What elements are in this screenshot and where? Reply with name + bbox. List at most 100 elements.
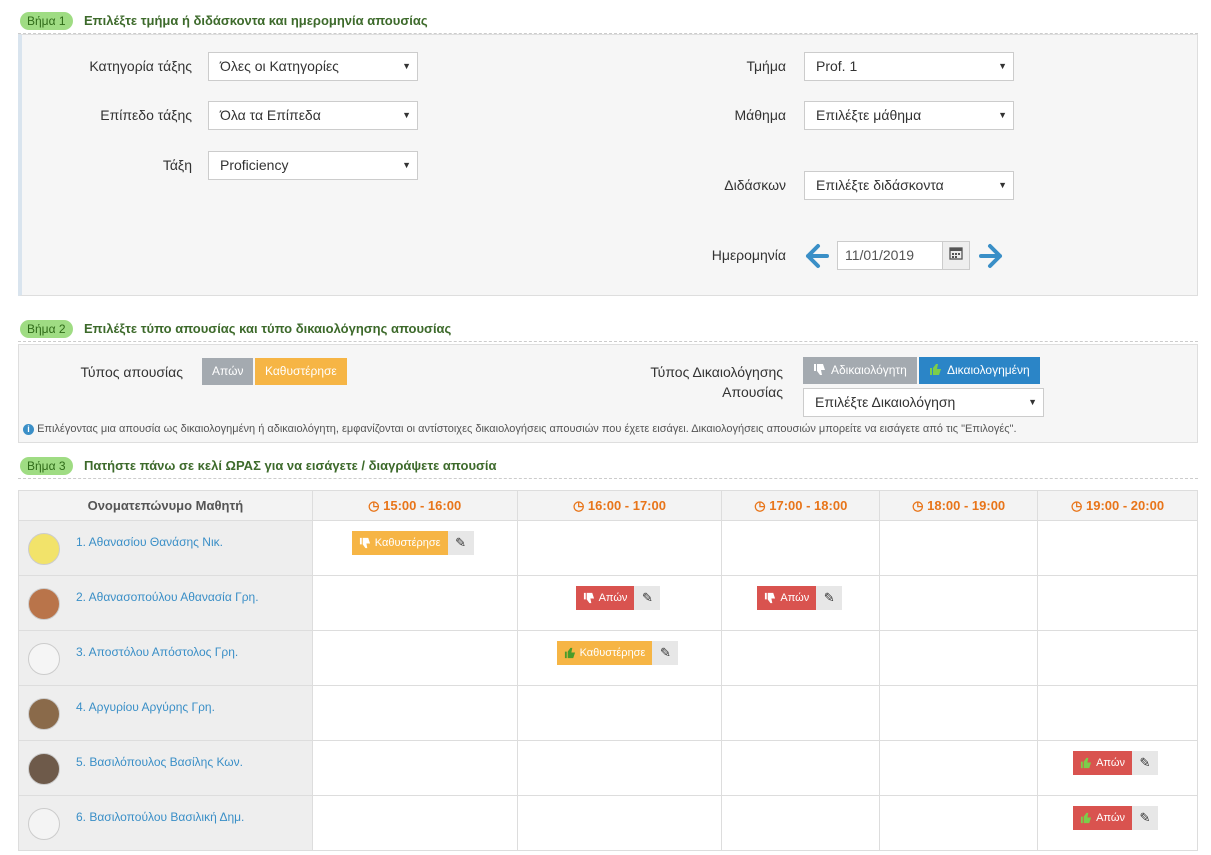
absence-label[interactable]: Απών bbox=[1073, 751, 1132, 775]
absence-tag: Απών ✎ bbox=[1073, 806, 1158, 830]
hour-cell[interactable] bbox=[721, 685, 881, 741]
student-name[interactable]: 5. Βασιλόπουλος Βασίλης Κων. bbox=[76, 755, 243, 769]
justification-label-line2: Απουσίας bbox=[722, 384, 783, 400]
late-type-button[interactable]: Καθυστέρησε bbox=[255, 358, 347, 385]
hour-cell[interactable] bbox=[1037, 630, 1198, 686]
absence-tag: Απών ✎ bbox=[757, 586, 843, 610]
step1-badge: Βήμα 1 bbox=[20, 12, 73, 30]
hour-cell[interactable] bbox=[879, 740, 1039, 796]
hour-cell[interactable] bbox=[721, 630, 881, 686]
absence-tag: Απών ✎ bbox=[1073, 751, 1158, 775]
thumbs-down-icon bbox=[583, 592, 594, 604]
class-label: Τάξη bbox=[162, 157, 192, 173]
hour-cell[interactable]: Απών ✎ bbox=[721, 575, 881, 631]
hour-cell[interactable] bbox=[879, 630, 1039, 686]
thumbs-up-icon bbox=[564, 647, 575, 659]
absence-label[interactable]: Απών bbox=[1073, 806, 1132, 830]
hour-cell[interactable] bbox=[311, 575, 518, 631]
hour-cell[interactable] bbox=[879, 520, 1039, 576]
table-row: 2. Αθανασοπούλου Αθανασία Γρη. Απών ✎ Απ… bbox=[18, 575, 1198, 631]
absent-type-button[interactable]: Απών bbox=[202, 358, 254, 385]
attendance-table: Ονοματεπώνυμο Μαθητή ◷ 15:00 - 16:00 ◷ 1… bbox=[18, 490, 1198, 851]
hour-cell[interactable] bbox=[516, 685, 723, 741]
step1-header: Βήμα 1 Επιλέξτε τμήμα ή διδάσκοντα και η… bbox=[18, 12, 1198, 34]
hour-header: ◷ 16:00 - 17:00 bbox=[516, 490, 723, 521]
hour-cell[interactable] bbox=[311, 685, 518, 741]
hour-cell[interactable]: Απών ✎ bbox=[1037, 740, 1198, 796]
class-select[interactable]: Proficiency ▼ bbox=[208, 151, 418, 180]
date-label: Ημερομηνία bbox=[711, 247, 786, 263]
section-label: Τμήμα bbox=[746, 58, 786, 74]
student-name[interactable]: 6. Βασιλοπούλου Βασιλική Δημ. bbox=[76, 810, 244, 824]
course-select[interactable]: Επιλέξτε μάθημα ▼ bbox=[804, 101, 1014, 130]
clock-icon: ◷ bbox=[912, 497, 924, 513]
avatar bbox=[28, 808, 60, 840]
clock-icon: ◷ bbox=[754, 497, 766, 513]
unjustified-button[interactable]: Αδικαιολόγητη bbox=[803, 357, 917, 384]
category-select[interactable]: Όλες οι Κατηγορίες ▼ bbox=[208, 52, 418, 81]
student-name[interactable]: 3. Αποστόλου Απόστολος Γρη. bbox=[76, 645, 238, 659]
pencil-icon[interactable]: ✎ bbox=[447, 531, 474, 555]
hour-cell[interactable] bbox=[516, 520, 723, 576]
pencil-icon[interactable]: ✎ bbox=[1131, 806, 1158, 830]
absence-tag: Καθυστέρησε ✎ bbox=[351, 531, 474, 555]
hour-cell[interactable] bbox=[879, 795, 1039, 851]
absence-text: Απών bbox=[780, 592, 810, 604]
calendar-icon bbox=[949, 247, 963, 260]
calendar-button[interactable] bbox=[942, 241, 970, 270]
absence-tag: Απών ✎ bbox=[575, 586, 661, 610]
hour-cell[interactable] bbox=[311, 795, 518, 851]
absence-label[interactable]: Καθυστέρησε bbox=[556, 641, 653, 665]
info-text: Επιλέγοντας μια απουσία ως δικαιολογημέν… bbox=[37, 423, 1017, 435]
caret-down-icon: ▼ bbox=[998, 110, 1007, 120]
pencil-icon[interactable]: ✎ bbox=[634, 586, 661, 610]
hour-cell[interactable] bbox=[721, 795, 881, 851]
hour-cell[interactable]: Καθυστέρησε ✎ bbox=[311, 520, 518, 576]
absence-text: Απών bbox=[1096, 757, 1125, 769]
hour-cell[interactable]: Απών ✎ bbox=[1037, 795, 1198, 851]
table-row: 6. Βασιλοπούλου Βασιλική Δημ. Απών ✎ bbox=[18, 795, 1198, 851]
student-name[interactable]: 4. Αργυρίου Αργύρης Γρη. bbox=[76, 700, 215, 714]
hour-cell[interactable] bbox=[516, 795, 723, 851]
caret-down-icon: ▼ bbox=[402, 160, 411, 170]
pencil-icon[interactable]: ✎ bbox=[816, 586, 843, 610]
hour-cell[interactable] bbox=[879, 685, 1039, 741]
section-select[interactable]: Prof. 1 ▼ bbox=[804, 52, 1014, 81]
hour-cell[interactable] bbox=[1037, 685, 1198, 741]
pencil-icon[interactable]: ✎ bbox=[1131, 751, 1158, 775]
justification-select[interactable]: Επιλέξτε Δικαιολόγηση ▼ bbox=[803, 388, 1044, 417]
student-name[interactable]: 1. Αθανασίου Θανάσης Νικ. bbox=[76, 535, 223, 549]
absence-type-label: Τύπος απουσίας bbox=[80, 364, 183, 380]
student-name[interactable]: 2. Αθανασοπούλου Αθανασία Γρη. bbox=[76, 590, 259, 604]
level-select[interactable]: Όλα τα Επίπεδα ▼ bbox=[208, 101, 418, 130]
thumbs-down-icon bbox=[359, 537, 370, 549]
hour-cell[interactable] bbox=[311, 740, 518, 796]
absence-label[interactable]: Καθυστέρησε bbox=[351, 531, 448, 555]
hour-cell[interactable] bbox=[721, 520, 881, 576]
thumbs-up-icon bbox=[1081, 757, 1092, 769]
section-select-value: Prof. 1 bbox=[816, 58, 858, 74]
date-input[interactable]: 11/01/2019 bbox=[837, 241, 943, 270]
hour-cell[interactable] bbox=[721, 740, 881, 796]
pencil-icon[interactable]: ✎ bbox=[652, 641, 679, 665]
hour-cell[interactable]: Καθυστέρησε ✎ bbox=[516, 630, 723, 686]
hour-cell[interactable] bbox=[311, 630, 518, 686]
justified-button[interactable]: Δικαιολογημένη bbox=[919, 357, 1040, 384]
hour-cell[interactable] bbox=[1037, 520, 1198, 576]
hour-cell[interactable] bbox=[516, 740, 723, 796]
course-select-value: Επιλέξτε μάθημα bbox=[816, 107, 922, 123]
caret-down-icon: ▼ bbox=[998, 61, 1007, 71]
step1-panel: Κατηγορία τάξης Όλες οι Κατηγορίες ▼ Επί… bbox=[18, 34, 1198, 296]
hour-cell[interactable] bbox=[1037, 575, 1198, 631]
student-cell: 1. Αθανασίου Θανάσης Νικ. bbox=[18, 520, 313, 576]
hour-cell[interactable] bbox=[879, 575, 1039, 631]
teacher-select[interactable]: Επιλέξτε διδάσκοντα ▼ bbox=[804, 171, 1014, 200]
absence-label[interactable]: Απών bbox=[757, 586, 817, 610]
thumbs-down-icon bbox=[813, 363, 826, 378]
divider bbox=[18, 341, 1198, 342]
hour-cell[interactable]: Απών ✎ bbox=[516, 575, 723, 631]
absence-label[interactable]: Απών bbox=[575, 586, 635, 610]
arrow-left-icon[interactable] bbox=[804, 243, 830, 269]
absence-tag: Καθυστέρησε ✎ bbox=[556, 641, 679, 665]
arrow-right-icon[interactable] bbox=[978, 243, 1004, 269]
